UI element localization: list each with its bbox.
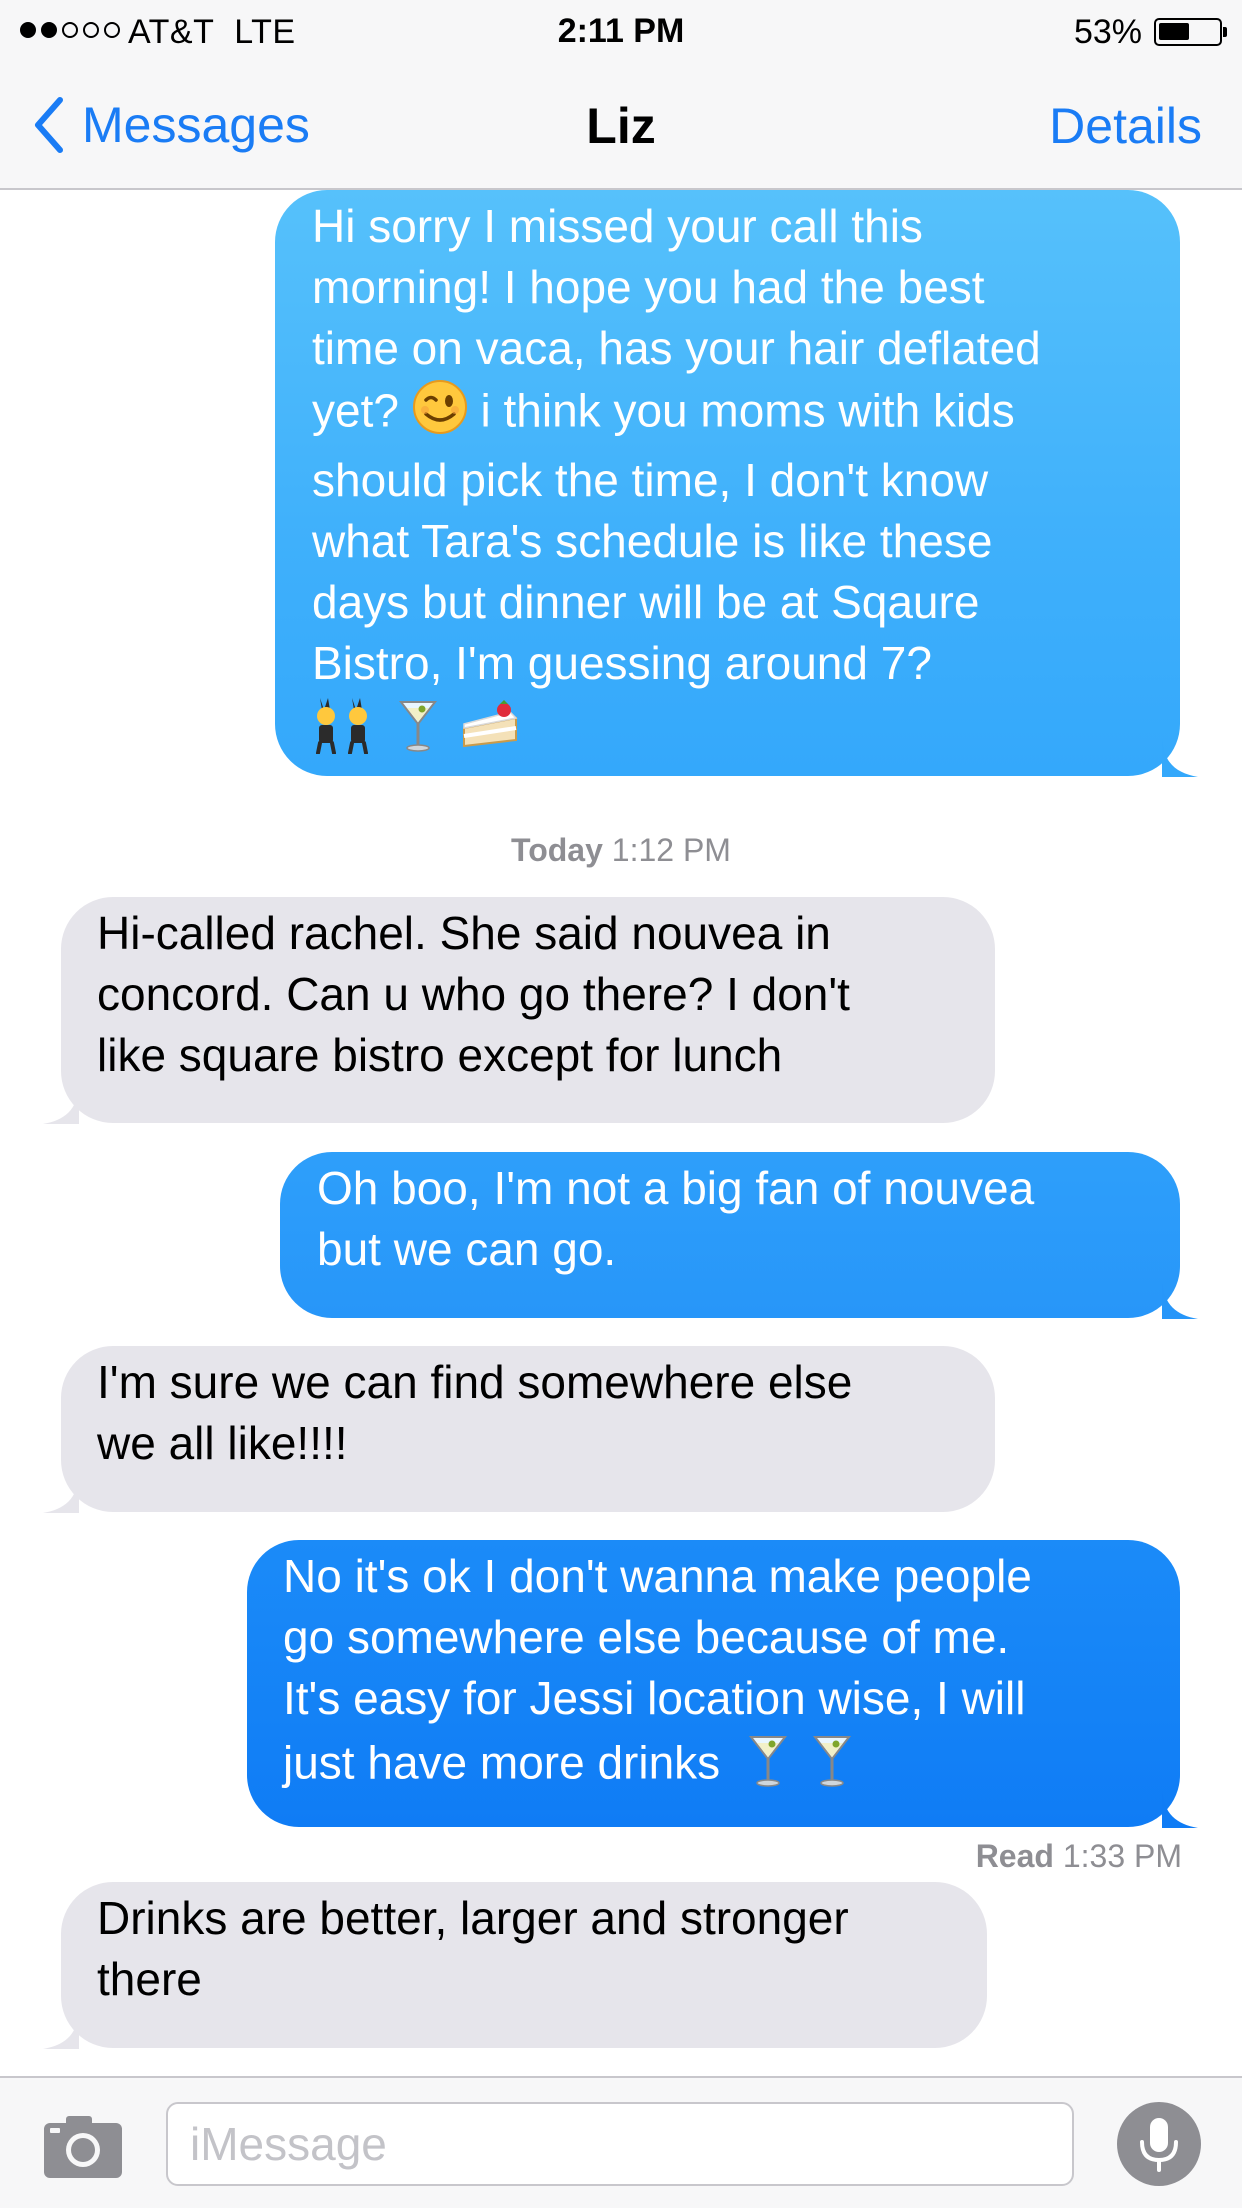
timestamp-day: Today bbox=[511, 832, 603, 868]
message-bubble-incoming[interactable]: I'm sure we can find somewhere else we a… bbox=[43, 1346, 995, 1513]
message-bubble-outgoing[interactable]: Hi sorry I missed your call this morning… bbox=[275, 190, 1198, 777]
message-bubble-outgoing[interactable]: Oh boo, I'm not a big fan of nouvea but … bbox=[280, 1152, 1198, 1319]
message-text-fragment: yet? bbox=[312, 384, 399, 437]
read-receipt-label: Read bbox=[975, 1838, 1054, 1874]
message-text-line: Bistro, I'm guessing around 7? bbox=[312, 637, 932, 689]
message-bubble-outgoing[interactable]: No it's ok I don't wanna make people go … bbox=[247, 1540, 1198, 1828]
message-bubble-incoming[interactable]: Drinks are better, larger and stronger t… bbox=[43, 1882, 987, 2049]
bubble-tail bbox=[1162, 739, 1198, 777]
status-bar: AT&T LTE 2:11 PM 53% bbox=[0, 0, 1242, 62]
message-text-line: Hi-called rachel. She said nouvea in bbox=[97, 907, 831, 959]
message-text-line: just have more drinks bbox=[283, 1729, 1180, 1804]
message-text-line: but we can go. bbox=[317, 1223, 617, 1275]
message-text-line: time on vaca, has your hair deflated bbox=[312, 322, 1041, 374]
bubble-tail bbox=[43, 2011, 79, 2049]
message-text-line: I'm sure we can find somewhere else bbox=[97, 1356, 853, 1408]
message-input-bar bbox=[0, 2076, 1242, 2208]
message-text-line: days but dinner will be at Sqaure bbox=[312, 576, 980, 628]
battery-percentage: 53% bbox=[1073, 13, 1142, 51]
bubble-tail bbox=[1162, 1281, 1198, 1319]
microphone-button[interactable] bbox=[1117, 2102, 1201, 2186]
message-text-line: what Tara's schedule is like these bbox=[312, 515, 993, 567]
timestamp-time: 1:12 PM bbox=[611, 832, 731, 868]
message-text-line: there bbox=[97, 1953, 202, 2005]
message-text-line: morning! I hope you had the best bbox=[312, 261, 985, 313]
bubble-tail bbox=[43, 1475, 79, 1513]
message-text-line: Hi sorry I missed your call this bbox=[312, 200, 923, 252]
cocktail-glass-icon bbox=[398, 694, 438, 769]
details-button[interactable]: Details bbox=[1049, 97, 1202, 155]
camera-button[interactable] bbox=[44, 2114, 122, 2178]
imessage-input[interactable] bbox=[166, 2102, 1074, 2186]
message-text-line: Oh boo, I'm not a big fan of nouvea bbox=[317, 1162, 1035, 1214]
message-text-fragment: i think you moms with kids bbox=[480, 384, 1015, 437]
message-text-line: concord. Can u who go there? I don't bbox=[97, 968, 850, 1020]
shortcake-icon bbox=[460, 698, 520, 765]
read-receipt-time: 1:33 PM bbox=[1062, 1838, 1182, 1874]
women-with-bunny-ears-icon bbox=[312, 694, 380, 769]
message-text-line: we all like!!!! bbox=[97, 1417, 348, 1469]
status-time: 2:11 PM bbox=[557, 12, 685, 50]
cocktail-glass-icon bbox=[812, 1729, 852, 1804]
message-text-fragment: just have more drinks bbox=[283, 1736, 721, 1789]
winking-face-icon bbox=[412, 379, 468, 450]
message-text-line: Drinks are better, larger and stronger bbox=[97, 1892, 849, 1944]
conversation-timestamp: Today 1:12 PM bbox=[0, 832, 1242, 869]
battery-icon bbox=[1154, 18, 1222, 46]
emoji-line bbox=[312, 694, 1180, 769]
battery-cap bbox=[1223, 27, 1227, 37]
navigation-bar: Messages Liz Details bbox=[0, 62, 1242, 190]
message-text-line: should pick the time, I don't know bbox=[312, 454, 989, 506]
bubble-tail bbox=[43, 1086, 79, 1124]
messages-screen: AT&T LTE 2:11 PM 53% Messages Liz Detail… bbox=[0, 0, 1242, 2208]
message-text-line: It's easy for Jessi location wise, I wil… bbox=[283, 1672, 1026, 1724]
message-text-line: No it's ok I don't wanna make people bbox=[283, 1550, 1032, 1602]
microphone-icon bbox=[1140, 2118, 1178, 2172]
message-text-line: like square bistro except for lunch bbox=[97, 1029, 783, 1081]
read-receipt: Read 1:33 PM bbox=[976, 1838, 1182, 1875]
message-text-line: yet? i think you moms with kids bbox=[312, 379, 1180, 450]
message-bubble-incoming[interactable]: Hi-called rachel. She said nouvea in con… bbox=[43, 897, 995, 1124]
camera-icon bbox=[44, 2116, 122, 2178]
bubble-tail bbox=[1162, 1790, 1198, 1828]
message-text-line: go somewhere else because of me. bbox=[283, 1611, 1010, 1663]
cocktail-glass-icon bbox=[748, 1729, 788, 1804]
